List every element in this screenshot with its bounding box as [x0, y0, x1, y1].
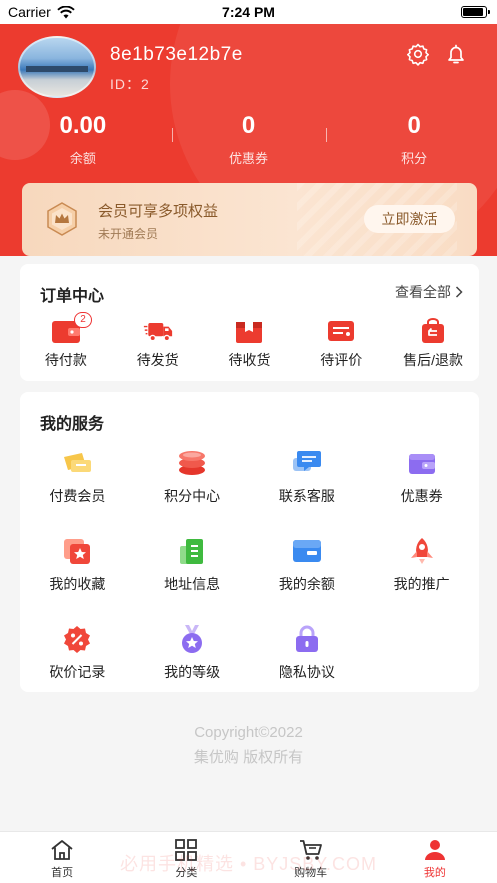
stat-divider — [326, 128, 327, 142]
order-pending-payment[interactable]: 2 待付款 — [20, 312, 112, 370]
tab-category[interactable]: 分类 — [124, 832, 248, 883]
chat-bubble-icon — [292, 451, 321, 471]
rights-text: 集优购 版权所有 — [193, 749, 304, 766]
service-label: 我的收藏 — [49, 576, 106, 592]
stat-value: 0.00 — [59, 112, 107, 139]
stat-value: 0 — [241, 112, 256, 139]
stat-balance[interactable]: 0.00 余额 — [0, 112, 166, 172]
tab-profile[interactable]: 我的 — [373, 832, 497, 883]
stat-label: 余额 — [69, 151, 96, 166]
service-label: 我的余额 — [278, 576, 335, 592]
service-label: 我的等级 — [164, 664, 221, 680]
service-address[interactable]: 地址信息 — [135, 536, 250, 594]
discount-icon — [64, 626, 91, 653]
services-grid: 付费会员 积分中心 联系客服 优惠券 我的收藏 地址信息 我的余额 我的推广 砍… — [20, 448, 479, 682]
service-promotion[interactable]: 我的推广 — [364, 536, 479, 594]
tab-cart[interactable]: 购物车 — [249, 832, 373, 883]
review-card-icon — [328, 321, 355, 341]
order-pending-review[interactable]: 待评价 — [295, 318, 387, 370]
stat-divider — [172, 128, 173, 142]
service-my-level[interactable]: 我的等级 — [135, 624, 250, 682]
membership-banner[interactable]: 会员可享多项权益 未开通会员 立即激活 — [22, 183, 477, 256]
my-services-card: 我的服务 付费会员 积分中心 联系客服 优惠券 我的收藏 地址信息 我的余额 我… — [20, 392, 479, 692]
stat-coupons[interactable]: 0 优惠券 — [166, 112, 332, 172]
settings-gear-icon[interactable] — [406, 42, 430, 66]
service-my-balance[interactable]: 我的余额 — [250, 536, 365, 594]
service-label: 优惠券 — [400, 488, 443, 504]
rocket-icon — [410, 538, 433, 564]
order-center-title: 订单中心 — [40, 288, 105, 305]
username: 8e1b73e12b7e — [110, 44, 243, 65]
stat-points[interactable]: 0 积分 — [331, 112, 497, 172]
order-item-label: 待收货 — [228, 352, 271, 368]
favorites-icon — [64, 539, 91, 564]
order-item-label: 待付款 — [44, 352, 87, 368]
tab-label: 购物车 — [294, 867, 328, 879]
view-all-orders-link[interactable]: 查看全部 — [395, 282, 463, 302]
order-pending-shipment[interactable]: 待发货 — [112, 318, 204, 370]
medal-icon — [182, 625, 203, 653]
service-coupons[interactable]: 优惠券 — [364, 448, 479, 506]
service-customer-support[interactable]: 联系客服 — [250, 448, 365, 506]
tab-home[interactable]: 首页 — [0, 832, 124, 883]
balance-card-icon — [292, 540, 321, 562]
service-label: 隐私协议 — [278, 664, 335, 680]
coins-stack-icon — [179, 451, 206, 475]
stat-value: 0 — [407, 112, 421, 139]
clock: 7:24 PM — [222, 4, 275, 20]
tab-label: 首页 — [51, 867, 74, 879]
bottom-tab-bar: 首页 分类 购物车 我的 — [0, 831, 497, 883]
activate-button[interactable]: 立即激活 — [364, 205, 455, 233]
service-privacy-policy[interactable]: 隐私协议 — [250, 624, 365, 682]
package-box-icon — [236, 322, 263, 343]
service-label: 付费会员 — [49, 488, 106, 504]
stat-label: 优惠券 — [229, 151, 269, 166]
service-paid-membership[interactable]: 付费会员 — [20, 448, 135, 506]
member-title: 会员可享多项权益 — [98, 203, 219, 220]
member-status: 未开通会员 — [98, 227, 159, 241]
address-book-icon — [180, 539, 204, 564]
service-points-center[interactable]: 积分中心 — [135, 448, 250, 506]
home-icon — [51, 840, 73, 860]
stat-label: 积分 — [401, 151, 428, 166]
chevron-right-icon — [455, 286, 463, 298]
services-title: 我的服务 — [40, 416, 105, 433]
order-item-label: 待发货 — [136, 352, 179, 368]
delivery-truck-icon — [143, 323, 172, 342]
cart-icon — [299, 840, 322, 860]
view-all-label: 查看全部 — [395, 284, 451, 300]
status-bar: Carrier 7:24 PM — [0, 0, 497, 24]
service-favorites[interactable]: 我的收藏 — [20, 536, 135, 594]
service-bargain-records[interactable]: 砍价记录 — [20, 624, 135, 682]
account-stats: 0.00 余额 0 优惠券 0 积分 — [0, 112, 497, 172]
service-label: 联系客服 — [278, 488, 335, 504]
notification-bell-icon[interactable] — [444, 42, 468, 66]
battery-icon — [461, 6, 490, 18]
tab-label: 分类 — [175, 867, 198, 879]
copyright-text: Copyright©2022 — [194, 724, 303, 741]
crown-badge-icon — [47, 202, 77, 236]
order-center-card: 订单中心 查看全部 2 待付款 待发货 待收货 待评价 售后/退款 — [20, 264, 479, 381]
tab-label: 我的 — [423, 867, 446, 879]
service-label: 地址信息 — [164, 576, 221, 592]
user-id: ID：2 — [110, 76, 150, 92]
order-pending-receipt[interactable]: 待收货 — [204, 318, 296, 370]
refund-bag-icon — [422, 318, 445, 343]
order-after-sales[interactable]: 售后/退款 — [387, 318, 479, 370]
order-status-row: 2 待付款 待发货 待收货 待评价 售后/退款 — [20, 312, 479, 370]
avatar[interactable] — [18, 36, 96, 98]
wallet-icon — [408, 454, 435, 474]
pending-count-badge: 2 — [74, 312, 92, 328]
lock-icon — [295, 625, 318, 652]
service-label: 砍价记录 — [49, 664, 106, 680]
order-item-label: 售后/退款 — [403, 352, 464, 368]
service-label: 我的推广 — [393, 576, 450, 592]
vip-card-icon — [64, 453, 92, 472]
user-icon — [424, 840, 445, 860]
grid-icon — [175, 839, 198, 861]
service-label: 积分中心 — [164, 488, 221, 504]
order-item-label: 待评价 — [320, 352, 363, 368]
